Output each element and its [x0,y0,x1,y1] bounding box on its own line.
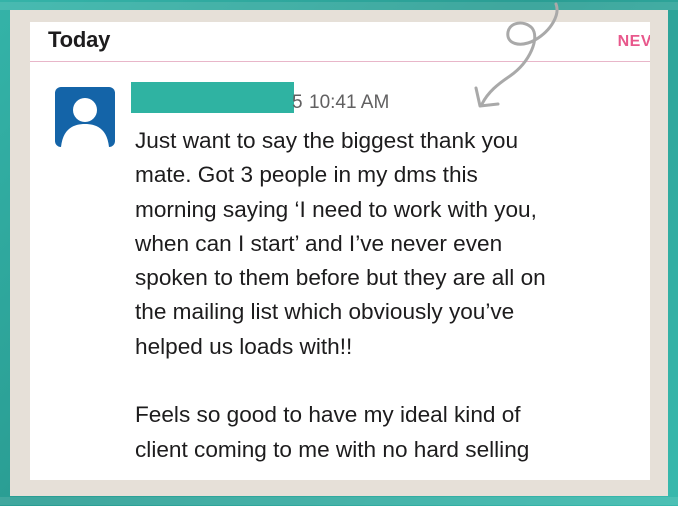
message-line: the mailing list which obviously you’ve [135,299,515,325]
message-line: Feels so good to have my ideal kind of [135,402,521,428]
message-line: spoken to them before but they are all o… [135,265,546,291]
date-divider-label: Today [48,27,111,52]
new-messages-divider [30,61,650,62]
message-card: Today NEV 5 10:41 AM Just want to say th… [30,22,650,480]
message-line: when can I start’ and I’ve never even [135,230,503,256]
message-body: Just want to say the biggest thank you m… [135,124,650,467]
background-stripe [0,497,678,505]
default-user-avatar-icon[interactable] [55,87,115,147]
sender-name-redacted[interactable] [131,82,294,113]
background-stripe [0,2,678,10]
message-timestamp[interactable]: 10:41 AM [309,92,389,114]
message-line: mate. Got 3 people in my dms this [135,162,478,188]
message-line: morning saying ‘I need to work with you, [135,196,537,222]
message-line: helped us loads with!! [135,333,353,359]
message-line: Just want to say the biggest thank you [135,128,519,153]
message-line: client coming to me with no hard selling [135,436,530,462]
new-messages-label[interactable]: NEV [618,33,650,51]
sender-name-fragment: 5 [292,92,303,113]
